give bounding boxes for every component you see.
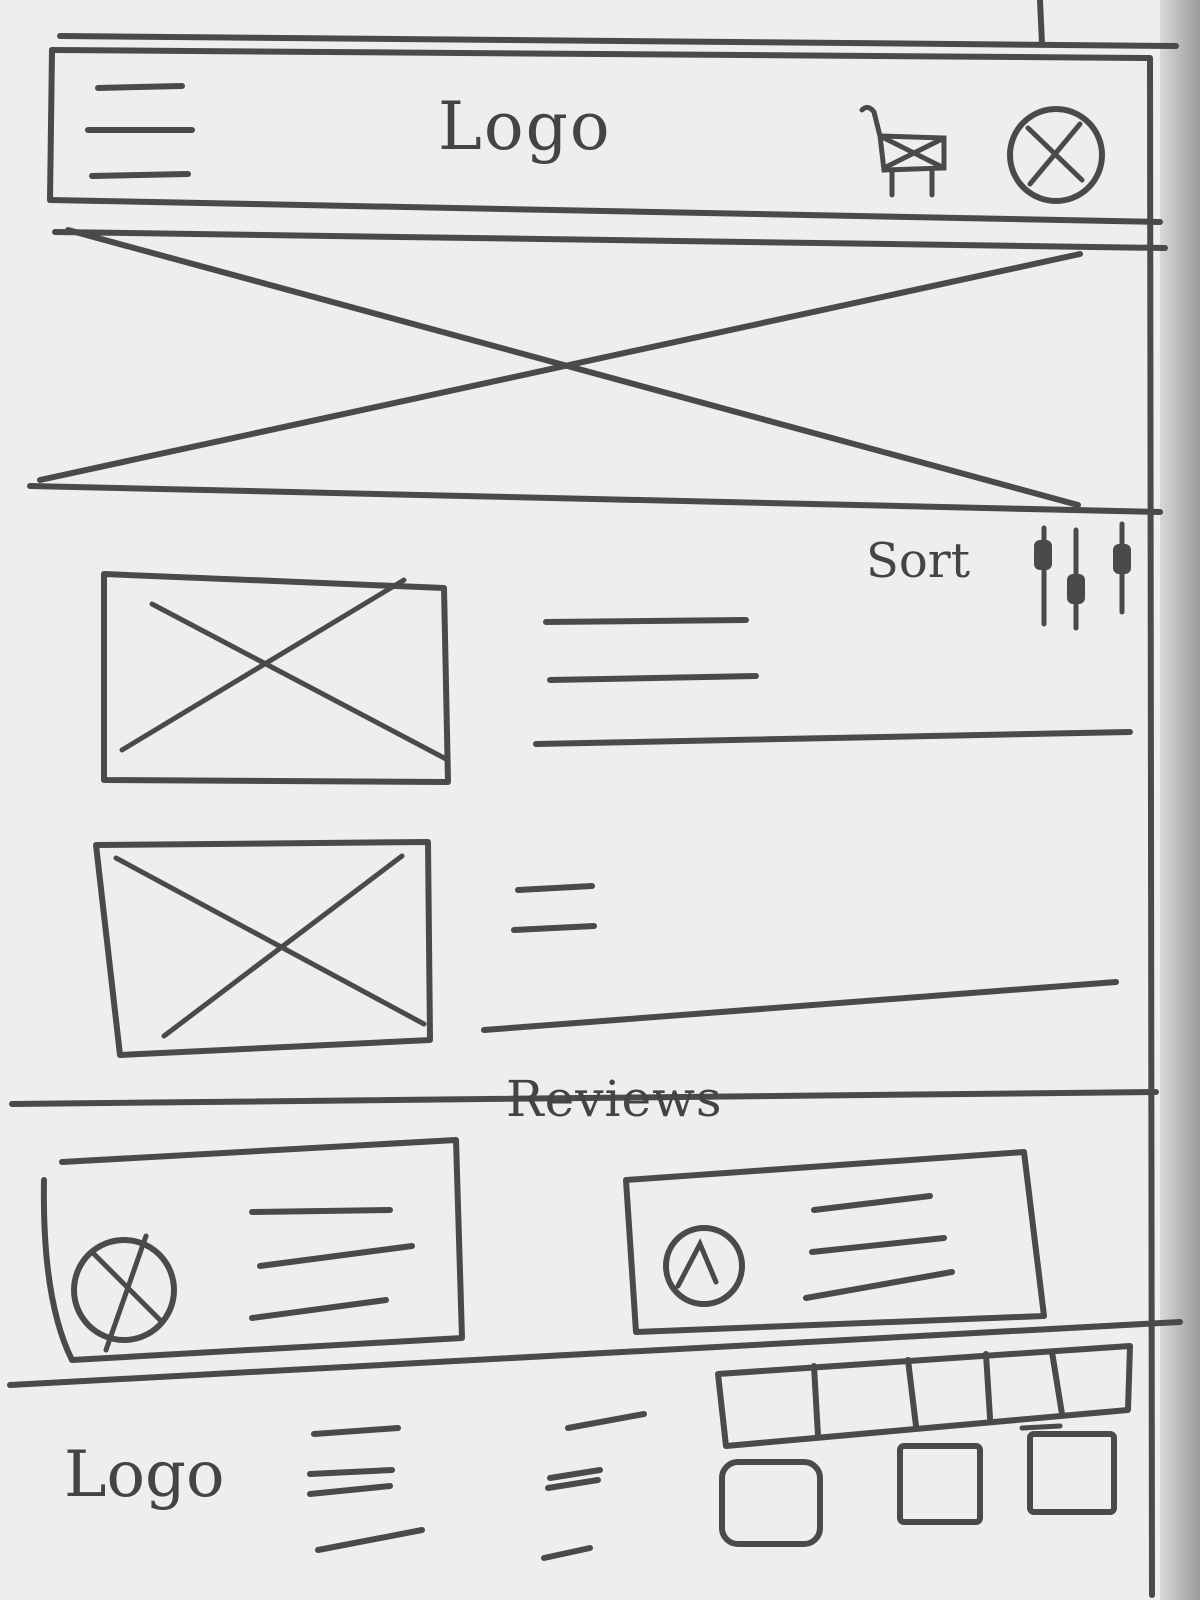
account-placeholder-icon[interactable] (1007, 106, 1105, 204)
sliders-filter-icon[interactable] (1034, 521, 1131, 631)
wireframe-sketch (7, 0, 1183, 1598)
avatar-placeholder-icon (663, 1225, 745, 1307)
shopping-cart-icon[interactable] (859, 104, 947, 198)
product-card-1[interactable] (101, 571, 1133, 785)
sort-button-label[interactable]: Sort (866, 533, 970, 589)
reviews-heading: Reviews (506, 1070, 723, 1128)
review-card-1 (40, 1137, 465, 1363)
footer-links-column-1[interactable] (307, 1425, 425, 1553)
footer-logo[interactable]: Logo (64, 1438, 225, 1512)
product-card-2[interactable] (93, 839, 1119, 1058)
footer-social-grid (715, 1343, 1133, 1547)
footer-links-column-2[interactable] (541, 1411, 647, 1561)
hero-image-placeholder (27, 227, 1163, 515)
header-logo[interactable]: Logo (438, 88, 612, 165)
top-divider-line (1037, 0, 1045, 47)
header-bar (47, 47, 1168, 1598)
review-card-2 (623, 1149, 1047, 1335)
top-border-line (57, 33, 1179, 49)
avatar-placeholder-icon (71, 1237, 177, 1343)
hamburger-menu-icon[interactable] (85, 83, 195, 179)
